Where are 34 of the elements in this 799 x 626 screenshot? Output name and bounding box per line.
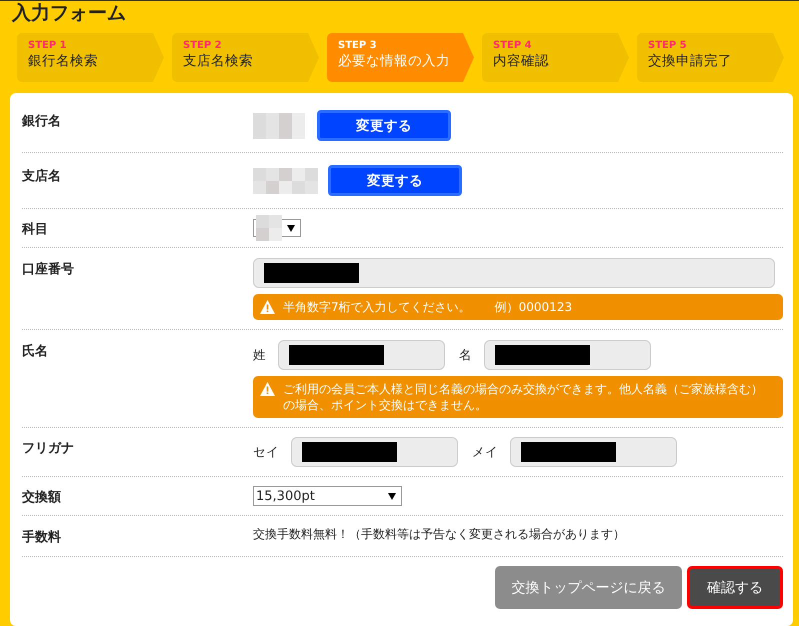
change-button[interactable]: 変更する [328, 165, 462, 196]
fee-text: 交換手数料無料！（手数料等は予告なく変更される場合があります） [253, 526, 626, 543]
change-button[interactable]: 変更する [317, 110, 451, 141]
warning-icon [260, 382, 275, 396]
pixelated-text [253, 168, 318, 194]
pixelated-text [253, 112, 305, 138]
confirm-button[interactable]: 確認する [687, 566, 783, 609]
notice-text: 例）0000123 [494, 299, 572, 315]
field-label: 氏名 [22, 342, 49, 361]
page-title: 入力フォーム [10, 1, 127, 26]
name-field[interactable] [510, 437, 677, 467]
name-field[interactable] [278, 340, 445, 370]
field-label: 名 [459, 346, 472, 364]
amount-select[interactable]: 15,300pt [253, 486, 402, 506]
dropdown-arrow-icon [287, 224, 295, 232]
pixelated-text [256, 215, 282, 241]
field-label: 交換額 [22, 488, 62, 506]
back-button[interactable]: 交換トップページに戻る [495, 566, 682, 609]
field-label: 手数料 [22, 528, 62, 546]
name-field[interactable] [484, 340, 651, 370]
field-label: 姓 [253, 346, 266, 364]
field-label: 銀行名 [22, 113, 62, 131]
field-label: 科目 [22, 221, 49, 238]
field-label: 支店名 [22, 168, 62, 186]
field-label: セイ [253, 444, 279, 460]
field-label: フリガナ [22, 440, 75, 458]
field-label: 口座番号 [22, 260, 75, 279]
notice-text: ご利用の会員ご本人様と同じ名義の場合のみ交換ができます。他人名義（ご家族様含む）の場合、ポイント交換はできません。 [283, 381, 764, 413]
warning-icon [260, 300, 275, 314]
dropdown-arrow-icon [388, 492, 396, 500]
field-label: メイ [472, 444, 498, 460]
notice-text: 半角数字7桁で入力してください。 [283, 299, 471, 315]
name-field[interactable] [291, 437, 458, 467]
account-number-field[interactable] [253, 258, 775, 288]
